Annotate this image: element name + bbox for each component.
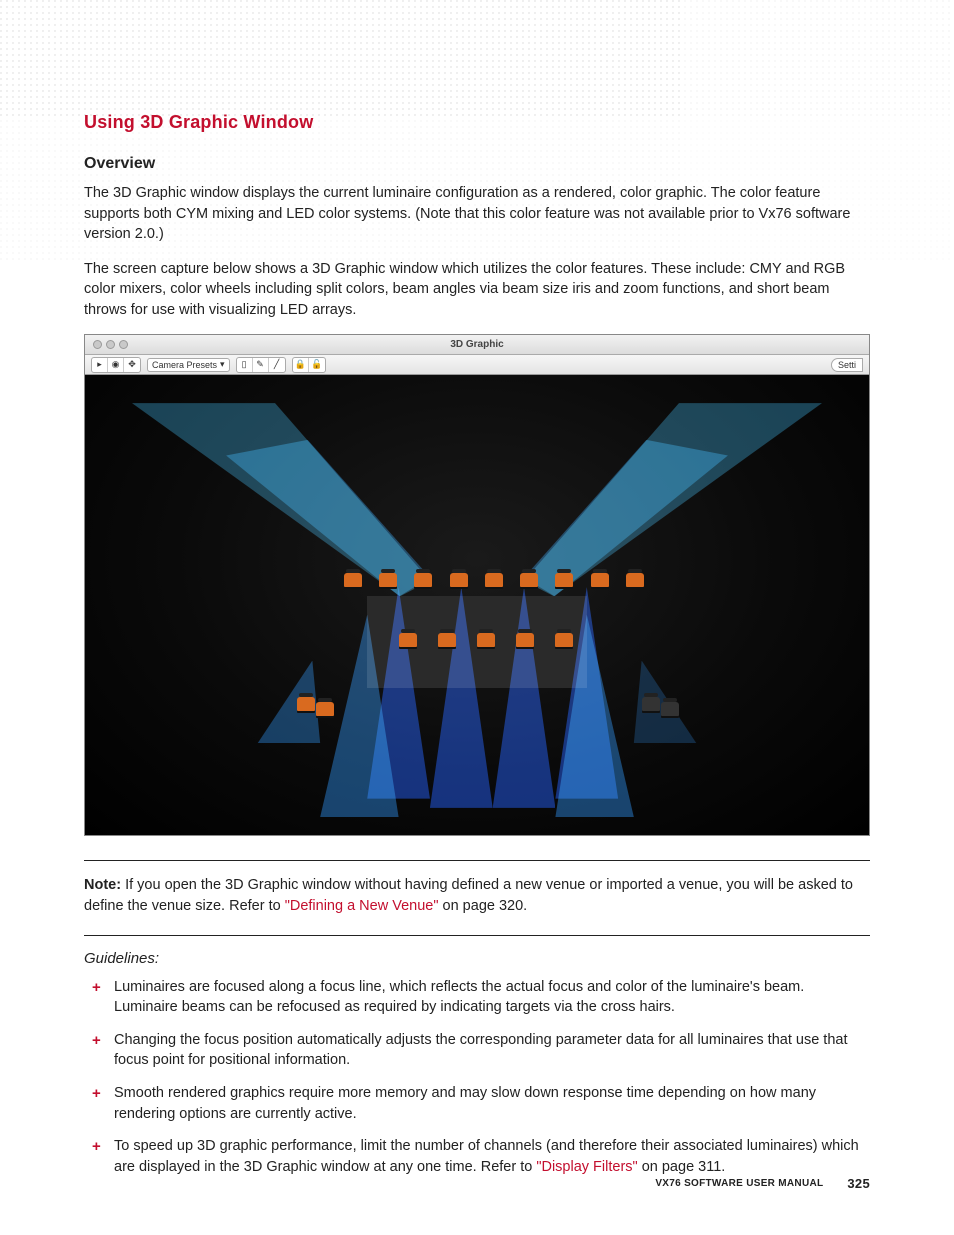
note-text-after: on page 320. [439, 898, 528, 914]
camera-presets-dropdown[interactable]: Camera Presets ▾ [147, 358, 230, 372]
luminaire-fixture [438, 633, 456, 647]
light-beam [226, 440, 430, 596]
list-item: Smooth rendered graphics require more me… [114, 1083, 870, 1124]
guidelines-list: Luminaires are focused along a focus lin… [84, 977, 870, 1178]
luminaire-fixture [316, 702, 334, 716]
luminaire-fixture [520, 573, 538, 587]
manual-title: VX76 SOFTWARE USER MANUAL [655, 1178, 823, 1189]
settings-button[interactable]: Setti [831, 358, 863, 372]
embedded-screenshot-3d-graphic: 3D Graphic ▸ ◉ ✥ Camera Presets ▾ ▯ ✎ ╱ … [84, 334, 870, 836]
view-options-group: ▯ ✎ ╱ [236, 357, 286, 373]
page-footer: VX76 SOFTWARE USER MANUAL 325 [655, 1176, 870, 1191]
luminaire-fixture [661, 702, 679, 716]
defining-new-venue-link[interactable]: "Defining a New Venue" [285, 898, 439, 914]
luminaire-fixture [555, 633, 573, 647]
guideline-text: Luminaires are focused along a focus lin… [114, 979, 804, 1016]
tool-mode-group: ▸ ◉ ✥ [91, 357, 141, 373]
section-title: Using 3D Graphic Window [84, 112, 870, 133]
guideline-text-after: on page 311. [638, 1159, 726, 1175]
luminaire-fixture [555, 573, 573, 587]
window-title: 3D Graphic [85, 339, 869, 350]
horizontal-rule [84, 860, 870, 861]
luminaire-fixture [399, 633, 417, 647]
view-option-icon[interactable]: ▯ [237, 358, 253, 372]
luminaire-fixture [379, 573, 397, 587]
unlock-icon[interactable]: 🔓 [309, 358, 325, 372]
3d-viewport[interactable] [85, 375, 869, 835]
brush-tool-icon[interactable]: ✎ [253, 358, 269, 372]
line-tool-icon[interactable]: ╱ [269, 358, 285, 372]
luminaire-fixture [344, 573, 362, 587]
overview-paragraph-2: The screen capture below shows a 3D Grap… [84, 259, 870, 321]
luminaire-fixture [626, 573, 644, 587]
note-label: Note: [84, 877, 121, 893]
guideline-text-before: To speed up 3D graphic performance, limi… [114, 1138, 859, 1175]
display-filters-link[interactable]: "Display Filters" [536, 1159, 637, 1175]
orbit-tool-icon[interactable]: ◉ [108, 358, 124, 372]
guideline-text: Smooth rendered graphics require more me… [114, 1085, 816, 1122]
luminaire-fixture [414, 573, 432, 587]
pointer-tool-icon[interactable]: ▸ [92, 358, 108, 372]
luminaire-fixture [297, 697, 315, 711]
note-paragraph: Note: If you open the 3D Graphic window … [84, 875, 870, 916]
overview-heading: Overview [84, 155, 870, 173]
window-toolbar: ▸ ◉ ✥ Camera Presets ▾ ▯ ✎ ╱ 🔒 🔓 Setti [85, 355, 869, 375]
list-item: To speed up 3D graphic performance, limi… [114, 1136, 870, 1177]
luminaire-fixture [450, 573, 468, 587]
camera-presets-label: Camera Presets [152, 360, 217, 370]
luminaire-fixture [477, 633, 495, 647]
chevron-down-icon: ▾ [220, 359, 225, 370]
guidelines-heading: Guidelines: [84, 950, 870, 967]
list-item: Luminaires are focused along a focus lin… [114, 977, 870, 1018]
luminaire-fixture [591, 573, 609, 587]
luminaire-fixture [642, 697, 660, 711]
luminaire-fixture [485, 573, 503, 587]
overview-paragraph-1: The 3D Graphic window displays the curre… [84, 183, 870, 245]
pan-tool-icon[interactable]: ✥ [124, 358, 140, 372]
horizontal-rule [84, 935, 870, 936]
settings-label: Setti [838, 360, 856, 370]
page-number: 325 [847, 1176, 870, 1191]
window-titlebar: 3D Graphic [85, 335, 869, 355]
lock-icon[interactable]: 🔒 [293, 358, 309, 372]
light-beam [524, 440, 728, 596]
list-item: Changing the focus position automaticall… [114, 1030, 870, 1071]
guideline-text: Changing the focus position automaticall… [114, 1032, 847, 1069]
luminaire-fixture [516, 633, 534, 647]
lock-options-group: 🔒 🔓 [292, 357, 326, 373]
